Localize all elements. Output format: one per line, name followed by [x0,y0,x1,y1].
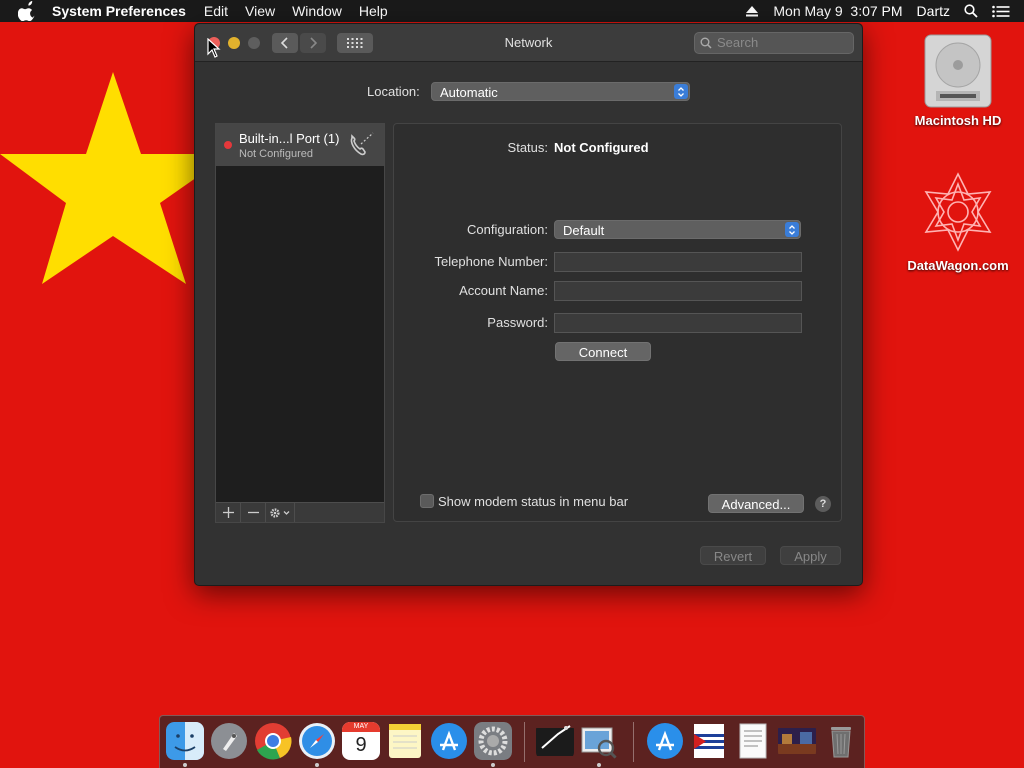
apple-icon[interactable] [18,1,38,21]
configuration-label: Configuration: [467,222,548,237]
document-icon[interactable] [734,722,772,760]
running-indicator [315,763,319,767]
safari-icon[interactable] [298,722,336,760]
launchpad-icon[interactable] [210,722,248,760]
cuba-flag-icon[interactable] [690,722,728,760]
menu-app-name[interactable]: System Preferences [52,3,186,19]
menu-edit[interactable]: Edit [204,3,228,19]
service-detail-panel: Status: Not Configured Configuration: De… [393,123,842,522]
password-label: Password: [487,315,548,330]
app-store-icon[interactable] [646,722,684,760]
trash-icon[interactable] [822,722,860,760]
account-name-field[interactable] [554,281,802,301]
telephone-number-field[interactable] [554,252,802,272]
password-field[interactable] [554,313,802,333]
calendar-icon[interactable]: MAY 9 [342,722,380,760]
search-icon [700,37,712,49]
title-bar[interactable]: Network Search [195,24,862,62]
finder-icon[interactable] [166,722,204,760]
eject-icon[interactable] [745,5,759,17]
chrome-icon[interactable] [254,722,292,760]
gear-icon [270,507,290,518]
telephone-modem-icon [350,132,374,156]
menu-clock[interactable]: Mon May 9 3:07 PM [773,3,902,19]
running-indicator [491,763,495,767]
add-service-button[interactable] [216,503,241,522]
action-menu-button[interactable] [266,503,295,522]
configuration-value: Default [563,223,605,238]
running-indicator [597,763,601,767]
desktop-icon-label: DataWagon.com [907,258,1009,273]
desktop-icon-macintosh-hd[interactable]: Macintosh HD [903,33,1013,128]
status-value: Not Configured [554,140,649,155]
calendar-day: 9 [355,734,367,756]
up-down-arrows-icon [674,84,688,99]
location-popup[interactable]: Automatic [431,82,690,101]
location-label: Location: [367,84,420,99]
dock: MAY 9 [159,715,865,768]
search-input[interactable]: Search [694,32,854,54]
network-preferences-window: Network Search Location: Automatic Built… [194,23,863,586]
remove-service-button[interactable] [241,503,266,522]
menu-user[interactable]: Dartz [917,3,950,19]
menu-window[interactable]: Window [292,3,342,19]
hard-drive-icon [924,34,992,108]
spotlight-icon[interactable] [964,4,978,18]
system-preferences-icon[interactable] [474,722,512,760]
desktop-icon-datawagon[interactable]: DataWagon.com [903,170,1013,273]
advanced-button[interactable]: Advanced... [708,494,804,513]
configuration-popup[interactable]: Default [554,220,801,239]
up-down-arrows-icon [785,222,799,237]
telephone-number-label: Telephone Number: [434,254,548,269]
service-item-builtin-port[interactable]: Built-in...l Port (1) Not Configured [216,124,384,166]
notes-icon[interactable] [386,722,424,760]
location-value: Automatic [440,85,498,100]
service-list-toolbar [216,502,384,522]
calendar-month: MAY [342,722,380,732]
search-placeholder: Search [717,35,759,50]
app-store-icon[interactable] [430,722,468,760]
desktop-icon-label: Macintosh HD [914,113,1002,128]
help-button[interactable]: ? [815,496,831,512]
dock-separator [524,722,525,762]
status-dot [224,141,232,149]
modem-status-label[interactable]: Show modem status in menu bar [438,494,628,509]
minus-icon [247,511,259,514]
photo-icon[interactable] [778,722,816,760]
plus-icon [222,507,234,518]
modem-status-checkbox[interactable] [420,494,434,508]
dock-separator [633,722,634,762]
red-mandala-icon [924,172,992,252]
preview-icon[interactable] [580,722,618,760]
menu-bar: System Preferences Edit View Window Help… [0,0,1024,22]
connect-button[interactable]: Connect [555,342,651,361]
service-status: Not Configured [239,148,313,160]
menu-view[interactable]: View [245,3,275,19]
account-name-label: Account Name: [459,283,548,298]
notification-center-icon[interactable] [992,5,1010,18]
apply-button[interactable]: Apply [780,546,841,565]
status-label: Status: [507,140,548,155]
terminal-icon[interactable] [536,722,574,760]
service-name: Built-in...l Port (1) [239,131,340,146]
revert-button[interactable]: Revert [700,546,766,565]
mouse-cursor-icon [207,38,221,58]
service-list: Built-in...l Port (1) Not Configured [215,123,385,523]
menu-help[interactable]: Help [359,3,388,19]
running-indicator [183,763,187,767]
